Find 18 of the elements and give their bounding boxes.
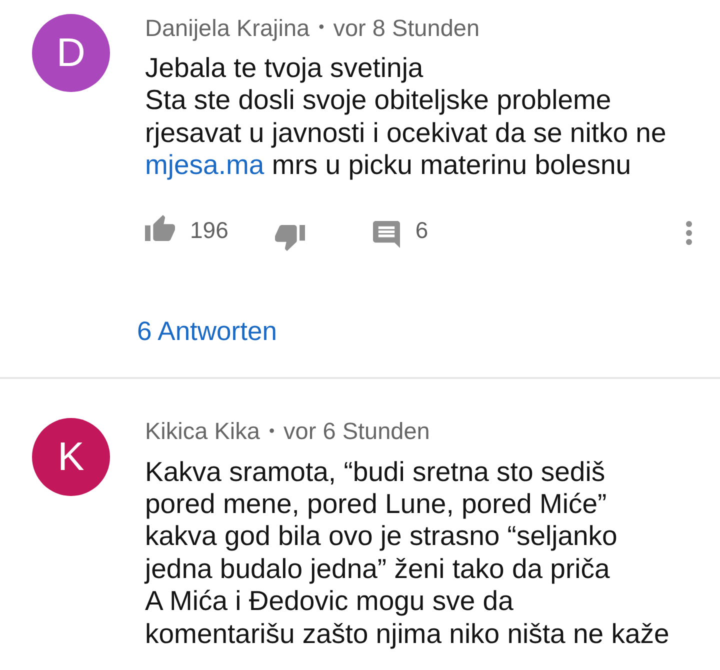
like-button[interactable]: 196 bbox=[145, 214, 228, 247]
author-name: Kikica Kika bbox=[145, 418, 260, 446]
avatar[interactable]: D bbox=[32, 14, 110, 92]
separator-dot: • bbox=[268, 422, 275, 441]
comment-time: vor 6 Stunden bbox=[284, 418, 430, 446]
thumbs-up-icon bbox=[145, 214, 175, 241]
reply-button[interactable]: 6 bbox=[373, 213, 428, 248]
separator-dot: • bbox=[318, 19, 324, 37]
thumbs-down-icon bbox=[275, 224, 306, 251]
comment-text: Jebala te tvoja svetinja Sta ste dosli svoje obiteljske probleme rjesavat u javnosti i ocekivat da se nitko ne mjesa.ma mrs u picku materinu bolesnu bbox=[145, 52, 668, 182]
comment-text: Kakva sramota, “budi sretna sto sediš pored mene, pored Lune, pored Miće” kakva god bila ovo je strasno “seljanko jedna budalo jedna” ženi tako da priča A Mića i Đedovic mogu sve da komentarišu zašto njima niko ništa ne kaže bbox=[145, 456, 670, 650]
avatar[interactable]: K bbox=[32, 418, 110, 496]
author-name: Danijela Krajina bbox=[145, 14, 310, 42]
comment-icon bbox=[373, 221, 400, 248]
view-replies-link[interactable]: 6 Antworten bbox=[137, 316, 277, 346]
more-vertical-icon bbox=[686, 220, 692, 245]
text-link[interactable]: mjesa.ma bbox=[145, 149, 264, 180]
comment-time: vor 8 Stunden bbox=[333, 14, 480, 42]
